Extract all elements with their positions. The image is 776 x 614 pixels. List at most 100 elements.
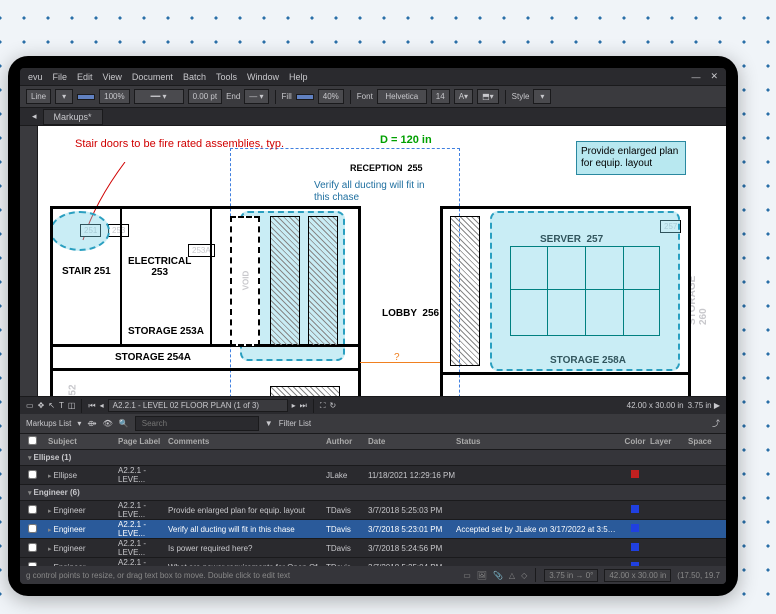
markups-group[interactable]: Ellipse (1)	[20, 450, 726, 466]
col-status[interactable]: Status	[456, 437, 620, 446]
pointer-tool-icon[interactable]: ↖	[48, 401, 55, 410]
prev-tab-icon[interactable]: ◂	[26, 111, 43, 122]
last-page-icon[interactable]: ⏭	[300, 401, 307, 411]
markups-toggle-icon[interactable]: ⟴	[87, 419, 96, 428]
row-checkbox[interactable]	[28, 524, 37, 533]
callout-stair-doors[interactable]: Stair doors to be fire rated assemblies,…	[75, 138, 284, 151]
menu-batch[interactable]: Batch	[183, 72, 206, 82]
markups-dropdown-icon[interactable]: ▾	[77, 419, 81, 428]
markups-columns: Subject Page Label Comments Author Date …	[20, 434, 726, 450]
measure-tool-icon[interactable]: ◫	[68, 401, 76, 410]
zoom-field[interactable]: 100%	[99, 89, 129, 104]
fill-swatch[interactable]	[296, 94, 314, 100]
row-checkbox[interactable]	[28, 470, 37, 479]
tool-line-btn[interactable]: Line	[26, 89, 51, 104]
menu-document[interactable]: Document	[132, 72, 173, 82]
filter-label[interactable]: Filter List	[279, 419, 311, 428]
rotate-icon[interactable]: ↻	[329, 401, 336, 410]
page-dims-1: 42.00 x 30.00 in	[627, 401, 684, 410]
col-subject[interactable]: Subject	[44, 437, 118, 446]
menu-edit[interactable]: Edit	[77, 72, 93, 82]
left-side-panel[interactable]	[20, 126, 38, 396]
select-tool-icon[interactable]: ▭	[26, 401, 34, 410]
document-tab[interactable]: Markups*	[43, 109, 103, 125]
col-comments[interactable]: Comments	[168, 437, 326, 446]
color-swatch[interactable]	[77, 94, 95, 100]
markups-visibility-icon[interactable]: 👁	[103, 419, 113, 428]
font-color-dropdown[interactable]: A▾	[454, 89, 473, 104]
markups-row[interactable]: EngineerA2.2.1 - LEVE...Verify all ducti…	[20, 520, 726, 539]
dim-unknown: ?	[394, 352, 400, 363]
next-page-icon[interactable]: ▸	[292, 401, 296, 410]
prev-page-icon[interactable]: ◂	[100, 401, 104, 410]
markups-row[interactable]: EngineerA2.2.1 - LEVE...Provide enlarged…	[20, 501, 726, 520]
markups-group[interactable]: Engineer (6)	[20, 485, 726, 501]
menubar: evu File Edit View Document Batch Tools …	[20, 68, 726, 86]
wall	[120, 206, 122, 346]
window-close-icon[interactable]: ✕	[710, 71, 718, 82]
markups-row[interactable]: EngineerA2.2.1 - LEVE...Is power require…	[20, 539, 726, 558]
menu-file[interactable]: File	[53, 72, 68, 82]
col-date[interactable]: Date	[368, 437, 456, 446]
callout-verify-ducting[interactable]: Verify all ducting will fit in this chas…	[310, 176, 435, 208]
menu-help[interactable]: Help	[289, 72, 308, 82]
footer-coord: (17.50, 19.7	[677, 571, 720, 580]
row-checkbox[interactable]	[28, 505, 37, 514]
font-label: Font	[357, 92, 373, 101]
wall	[688, 206, 691, 396]
footer-clip-icon[interactable]: 📎	[493, 571, 503, 580]
select-all-checkbox[interactable]	[28, 436, 37, 445]
sheet-name-dropdown[interactable]: A2.2.1 - LEVEL 02 FLOOR PLAN (1 of 3)	[108, 399, 288, 412]
filter-icon[interactable]: ▼	[265, 419, 273, 428]
duct	[270, 386, 340, 396]
dash-style-dropdown[interactable]: ━━ ▾	[134, 89, 184, 104]
tabbar: ◂ Markups*	[20, 108, 726, 126]
col-page[interactable]: Page Label	[118, 437, 168, 446]
col-space[interactable]: Space	[688, 437, 726, 446]
markups-row[interactable]: EngineerA2.2.1 - LEVE...What are power r…	[20, 558, 726, 566]
style-label: Style	[512, 92, 530, 101]
highlight-dropdown[interactable]: ⬒▾	[477, 89, 499, 104]
menu-revu[interactable]: evu	[28, 72, 43, 82]
wall	[440, 206, 443, 396]
duct	[308, 216, 338, 346]
menu-tools[interactable]: Tools	[216, 72, 237, 82]
col-layer[interactable]: Layer	[650, 437, 688, 446]
zoom-extents-icon[interactable]: ⛶	[320, 401, 326, 411]
markups-footer: g control points to resize, or drag text…	[20, 566, 726, 584]
end-style-dropdown[interactable]: — ▾	[244, 89, 268, 104]
font-name-dropdown[interactable]: Helvetica	[377, 89, 427, 104]
cloud-stair-red[interactable]	[50, 211, 110, 251]
footer-count-icon[interactable]: △	[509, 571, 515, 580]
markups-row[interactable]: EllipseA2.2.1 - LEVE...JLake11/18/2021 1…	[20, 466, 726, 485]
pan-tool-icon[interactable]: ✥	[38, 401, 45, 410]
export-icon[interactable]: ⤴	[712, 418, 720, 429]
line-style-dropdown[interactable]: ▾	[55, 89, 73, 104]
markups-rows[interactable]: Ellipse (1)EllipseA2.2.1 - LEVE...JLake1…	[20, 450, 726, 566]
footer-lock-icon[interactable]: ◇	[521, 571, 527, 580]
col-color[interactable]: Color	[620, 437, 650, 446]
footer-image-icon[interactable]: 🖼	[477, 571, 487, 580]
wall	[50, 368, 360, 371]
line-weight-field[interactable]: 0.00 pt	[188, 89, 222, 104]
opacity-field[interactable]: 40%	[318, 89, 344, 104]
menu-window[interactable]: Window	[247, 72, 279, 82]
style-dropdown[interactable]: ▾	[533, 89, 551, 104]
callout-enlarged-plan[interactable]: Provide enlarged plan for equip. layout	[576, 141, 686, 175]
markups-search-input[interactable]	[135, 416, 259, 431]
end-label: End	[226, 92, 240, 101]
wall	[50, 206, 360, 209]
footer-stamp-icon[interactable]: ▭	[463, 571, 471, 580]
wall	[210, 206, 212, 346]
col-author[interactable]: Author	[326, 437, 368, 446]
menu-view[interactable]: View	[103, 72, 122, 82]
row-checkbox[interactable]	[28, 543, 37, 552]
font-size-dropdown[interactable]: 14	[431, 89, 450, 104]
markups-panel-title: Markups List	[26, 419, 71, 428]
first-page-icon[interactable]: ⏮	[88, 401, 95, 411]
dimension-label[interactable]: D = 120 in	[380, 134, 432, 146]
text-tool-icon[interactable]: T	[59, 401, 64, 410]
window-minimize-icon[interactable]: —	[691, 72, 700, 82]
drawing-viewport[interactable]: D = 120 in Stair doors to be fire rated …	[20, 126, 726, 396]
dim-line[interactable]	[360, 362, 440, 363]
